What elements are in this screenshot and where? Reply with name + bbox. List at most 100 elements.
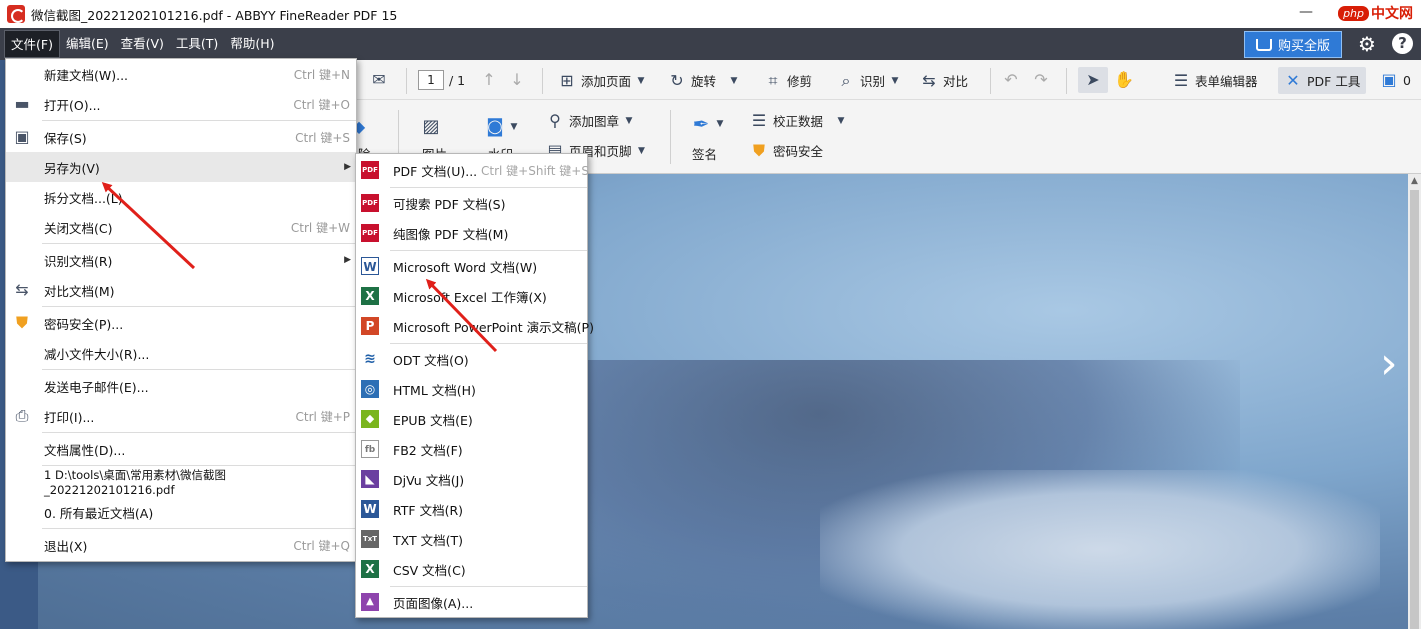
chevron-down-icon[interactable]: ▼ — [509, 118, 519, 136]
save-as-csv[interactable]: X CSV 文档(C) — [356, 554, 587, 584]
recognize-button[interactable]: ⌕ 识别 ▼ — [837, 71, 900, 90]
menu-item-close-document[interactable]: 关闭文档(C) Ctrl 键+W — [6, 212, 356, 242]
chevron-down-icon[interactable]: ▼ — [715, 115, 725, 133]
save-as-epub[interactable]: ◆ EPUB 文档(E) — [356, 404, 587, 434]
undo-icon[interactable]: ↶ — [1002, 71, 1020, 89]
shield-icon: ⛊ — [752, 140, 765, 160]
save-as-searchable-pdf[interactable]: PDF 可搜索 PDF 文档(S) — [356, 188, 587, 218]
chevron-down-icon: ▼ — [638, 145, 645, 156]
menu-item-save[interactable]: ▣ 保存(S) Ctrl 键+S — [6, 122, 356, 152]
menu-item-password-security[interactable]: ⛊ 密码安全(P)... — [6, 308, 356, 338]
next-page-icon[interactable]: › — [1380, 338, 1398, 389]
save-as-powerpoint[interactable]: P Microsoft PowerPoint 演示文稿(P) — [356, 311, 594, 341]
menu-item-open[interactable]: ▬ 打开(O)... Ctrl 键+O — [6, 89, 356, 119]
compare-button[interactable]: ⇆ 对比 — [920, 71, 968, 90]
shield-icon: ⛊ — [15, 313, 28, 332]
arrow-up-icon[interactable]: ↑ — [480, 71, 498, 89]
menu-item-recent-file-1[interactable]: 1 D:\tools\桌面\常用素材\微信截图_20221202101216.p… — [6, 467, 356, 497]
save-as-txt[interactable]: TxT TXT 文档(T) — [356, 524, 587, 554]
menu-item-print[interactable]: ⎙ 打印(I)... Ctrl 键+P — [6, 401, 356, 431]
password-security-button[interactable]: ⛊ 密码安全 — [750, 141, 823, 160]
menu-bar: 文件(F) 编辑(E) 查看(V) 工具(T) 帮助(H) 购买全版 ⚙ ? — [0, 28, 1421, 60]
save-as-rtf[interactable]: W RTF 文档(R) — [356, 494, 587, 524]
menu-item-reduce-file-size[interactable]: 减小文件大小(R)... — [6, 338, 356, 368]
sign-pen-icon[interactable]: ✒ — [692, 114, 710, 134]
chevron-down-icon: ▼ — [891, 75, 899, 86]
redact-icon: ☰ — [751, 110, 767, 130]
menu-item-compare-documents[interactable]: ⇆ 对比文档(M) — [6, 275, 356, 305]
menu-item-new-document[interactable]: 新建文档(W)... Ctrl 键+N — [6, 59, 356, 89]
fb2-file-icon: fb — [361, 440, 379, 458]
pdf-tools-button[interactable]: ✕ PDF 工具 — [1278, 67, 1367, 94]
save-as-page-image[interactable]: ▲ 页面图像(A)... — [356, 587, 587, 617]
menu-item-send-email[interactable]: 发送电子邮件(E)... — [6, 371, 356, 401]
minimize-button[interactable]: — — [1299, 4, 1313, 20]
gear-icon[interactable]: ⚙ — [1358, 34, 1378, 54]
menu-item-label: 保存(S) — [44, 130, 87, 146]
csv-file-icon: X — [361, 560, 379, 578]
rtf-file-icon: W — [361, 500, 379, 518]
add-stamp-button[interactable]: ⚲ 添加图章 ▼ — [546, 111, 634, 130]
submenu-item-label: 可搜索 PDF 文档(S) — [393, 196, 506, 212]
watermark-text: 中文网 — [1371, 6, 1413, 22]
form-editor-icon: ☰ — [1173, 70, 1189, 90]
save-as-fb2[interactable]: fb FB2 文档(F) — [356, 434, 587, 464]
menu-item-shortcut: Ctrl 键+S — [295, 130, 350, 145]
image-icon[interactable]: ▨ — [422, 118, 440, 136]
menu-edit[interactable]: 编辑(E) — [60, 30, 115, 58]
redact-label: 校正数据 — [773, 114, 824, 129]
buy-full-version-button[interactable]: 购买全版 — [1244, 31, 1342, 58]
menu-view[interactable]: 查看(V) — [115, 30, 170, 58]
menu-item-all-recent[interactable]: 0. 所有最近文档(A) — [6, 497, 356, 527]
form-editor-button[interactable]: ☰ 表单编辑器 — [1172, 71, 1258, 90]
compare-label: 对比 — [943, 74, 969, 89]
menu-item-exit[interactable]: 退出(X) Ctrl 键+Q — [6, 530, 356, 560]
odt-file-icon: ≋ — [361, 350, 379, 368]
menu-file[interactable]: 文件(F) — [4, 30, 60, 58]
save-as-pdf[interactable]: PDF PDF 文档(U)... Ctrl 键+Shift 键+S — [356, 155, 589, 185]
submenu-item-label: EPUB 文档(E) — [393, 412, 473, 428]
email-icon[interactable]: ✉ — [370, 71, 388, 89]
pdf-file-icon: PDF — [361, 161, 379, 179]
add-page-button[interactable]: ⊞ 添加页面 ▼ — [558, 71, 646, 90]
pdf-tools-icon: ✕ — [1286, 70, 1300, 90]
save-as-odt[interactable]: ≋ ODT 文档(O) — [356, 344, 587, 374]
menu-tools[interactable]: 工具(T) — [170, 30, 224, 58]
site-watermark: php 中文网 — [1338, 3, 1413, 23]
scroll-up-icon[interactable]: ▲ — [1409, 176, 1420, 186]
menu-item-save-as[interactable]: 另存为(V) ▶ — [6, 152, 356, 182]
help-icon[interactable]: ? — [1392, 33, 1413, 54]
add-page-icon: ⊞ — [560, 70, 574, 90]
page-number-input[interactable]: 1 — [418, 70, 444, 90]
redact-button[interactable]: ☰ 校正数据 ▼ — [750, 111, 846, 130]
redo-icon[interactable]: ↷ — [1032, 71, 1050, 89]
buy-label: 购买全版 — [1277, 39, 1330, 54]
folder-icon: ▬ — [14, 94, 30, 113]
add-stamp-label: 添加图章 — [569, 114, 620, 129]
save-as-html[interactable]: ◎ HTML 文档(H) — [356, 374, 587, 404]
cart-icon — [1255, 38, 1272, 51]
hand-tool-icon[interactable]: ✋ — [1114, 71, 1134, 89]
sign-label[interactable]: 签名 — [692, 144, 717, 163]
scrollbar-thumb[interactable] — [1410, 190, 1419, 629]
menu-item-split-document[interactable]: 拆分文档...(L) — [6, 182, 356, 212]
image-file-icon: ▲ — [361, 593, 379, 611]
menu-item-shortcut: Ctrl 键+O — [293, 97, 350, 112]
save-as-image-only-pdf[interactable]: PDF 纯图像 PDF 文档(M) — [356, 218, 587, 248]
save-as-word[interactable]: W Microsoft Word 文档(W) — [356, 251, 587, 281]
pdf-file-icon: PDF — [361, 224, 379, 242]
menu-item-document-properties[interactable]: 文档属性(D)... — [6, 434, 356, 464]
crop-button[interactable]: ⌗ 修剪 — [764, 71, 812, 90]
select-pointer-icon[interactable]: ➤ — [1084, 71, 1102, 89]
document-image-highlight — [820, 470, 1380, 629]
comments-button[interactable]: ▣ 0 — [1380, 71, 1411, 89]
save-as-djvu[interactable]: ◣ DjVu 文档(J) — [356, 464, 587, 494]
menu-item-recognize-document[interactable]: 识别文档(R) ▶ — [6, 245, 356, 275]
menu-help[interactable]: 帮助(H) — [224, 30, 280, 58]
crop-icon: ⌗ — [768, 70, 778, 90]
save-as-excel[interactable]: X Microsoft Excel 工作簿(X) — [356, 281, 587, 311]
rotate-button[interactable]: ↻ 旋转 ▼ — [668, 71, 739, 90]
add-page-label: 添加页面 — [581, 74, 632, 89]
arrow-down-icon[interactable]: ↓ — [508, 71, 526, 89]
watermark-icon[interactable]: ◙ — [486, 118, 504, 136]
